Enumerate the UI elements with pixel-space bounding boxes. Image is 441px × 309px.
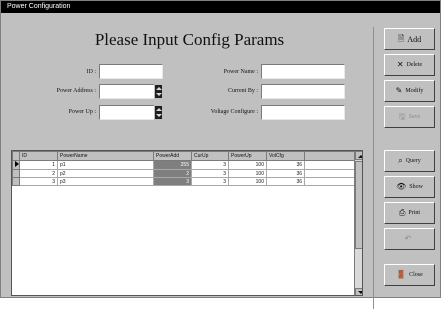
voltage-configure-field[interactable] (261, 105, 345, 120)
cell-power-name[interactable]: p2 (57, 169, 154, 178)
print-button[interactable]: ⎙ Print (384, 202, 435, 224)
cell-power-up[interactable]: 100 (228, 169, 267, 178)
column-header-filler (304, 151, 355, 161)
window-title: Power Configuration (1, 1, 440, 13)
cell-power-name[interactable]: p3 (57, 177, 154, 186)
save-icon: 🖫 (398, 112, 406, 121)
column-header-power-name[interactable]: PowerName (57, 151, 154, 161)
save-button[interactable]: 🖫 Save (384, 106, 435, 128)
row-indicator[interactable] (12, 177, 20, 186)
cell-vol-cfg[interactable]: 36 (266, 160, 305, 170)
cell-id[interactable]: 3 (19, 177, 58, 186)
id-field[interactable] (99, 64, 163, 79)
power-up-label: Power Up : (68, 109, 96, 115)
page-title: Please Input Config Params (94, 30, 285, 49)
scroll-thumb[interactable] (355, 161, 362, 249)
cell-vol-cfg[interactable]: 36 (266, 169, 305, 178)
table-row[interactable]: 1 p1 255 3 100 36 (12, 160, 355, 170)
cell-power-name[interactable]: p1 (57, 160, 154, 170)
power-up-field[interactable] (99, 105, 163, 120)
modify-icon: ✎ (395, 86, 403, 95)
printer-icon: ⎙ (398, 208, 406, 217)
voltage-configure-label: Voltage Configure : (210, 109, 258, 115)
add-icon: 🗎 (397, 34, 405, 43)
power-address-field[interactable] (99, 84, 163, 99)
row-indicator[interactable] (12, 160, 20, 170)
current-row-pointer-icon (15, 161, 19, 167)
id-label: ID : (86, 69, 97, 75)
power-address-spinner[interactable] (154, 84, 163, 99)
column-header-id[interactable]: ID (19, 151, 58, 161)
show-button[interactable]: 👁 Show (384, 176, 435, 198)
modify-button[interactable]: ✎ Modify (384, 80, 435, 102)
scroll-down-button[interactable] (355, 288, 362, 295)
cell-power-add[interactable]: 255 (153, 160, 192, 170)
cell-id[interactable]: 1 (19, 160, 58, 170)
scroll-up-button[interactable] (355, 151, 362, 160)
column-header-power-up[interactable]: PowerUp (228, 151, 267, 161)
query-button[interactable]: ⌕ Query (384, 150, 435, 172)
grid-header-row: ID PowerName PowerAdd CurUp PowerUp VolC… (12, 151, 355, 161)
column-header-power-add[interactable]: PowerAdd (153, 151, 192, 161)
add-button[interactable]: 🗎 Add (384, 28, 435, 50)
close-icon: 🚪 (396, 270, 407, 279)
row-indicator-header (12, 151, 20, 161)
binoculars-icon: 👁 (396, 182, 407, 191)
table-row[interactable]: 2 p2 2 3 100 36 (12, 169, 355, 178)
cell-filler (304, 169, 355, 178)
column-header-cur-up[interactable]: CurUp (191, 151, 229, 161)
delete-icon: ✕ (396, 60, 404, 69)
delete-button[interactable]: ✕ Delete (384, 54, 435, 76)
cell-cur-up[interactable]: 3 (191, 160, 229, 170)
cell-power-add[interactable]: 2 (153, 169, 192, 178)
config-table: ID PowerName PowerAdd CurUp PowerUp VolC… (12, 151, 355, 186)
table-row[interactable]: 3 p3 3 3 100 36 (12, 177, 355, 186)
cell-cur-up[interactable]: 3 (191, 177, 229, 186)
cell-power-up[interactable]: 100 (228, 160, 267, 170)
cell-vol-cfg[interactable]: 36 (266, 177, 305, 186)
cancel-button[interactable]: ↶ (384, 228, 435, 250)
power-name-label: Power Name : (223, 69, 258, 75)
power-address-label: Power Address : (56, 88, 96, 94)
current-by-label: Current By : (228, 88, 258, 94)
cell-id[interactable]: 2 (19, 169, 58, 178)
grid-scrollbar[interactable] (354, 151, 362, 295)
power-name-field[interactable] (261, 64, 345, 79)
cell-cur-up[interactable]: 3 (191, 169, 229, 178)
undo-icon: ↶ (404, 234, 412, 243)
cell-filler (304, 177, 355, 186)
close-button[interactable]: 🚪 Close (384, 264, 435, 286)
config-window: Power Configuration Please Input Config … (0, 0, 441, 309)
button-panel-divider (373, 27, 374, 309)
cell-power-up[interactable]: 100 (228, 177, 267, 186)
query-icon: ⌕ (398, 156, 403, 165)
column-header-vol-cfg[interactable]: VolCfg (266, 151, 305, 161)
current-by-field[interactable] (261, 84, 345, 99)
cell-power-add[interactable]: 3 (153, 177, 192, 186)
row-indicator[interactable] (12, 169, 20, 178)
cell-filler (304, 160, 355, 170)
power-up-spinner[interactable] (154, 105, 163, 120)
window-client: Please Input Config Params ID : Power Ad… (3, 14, 438, 309)
config-grid[interactable]: ID PowerName PowerAdd CurUp PowerUp VolC… (11, 150, 363, 296)
